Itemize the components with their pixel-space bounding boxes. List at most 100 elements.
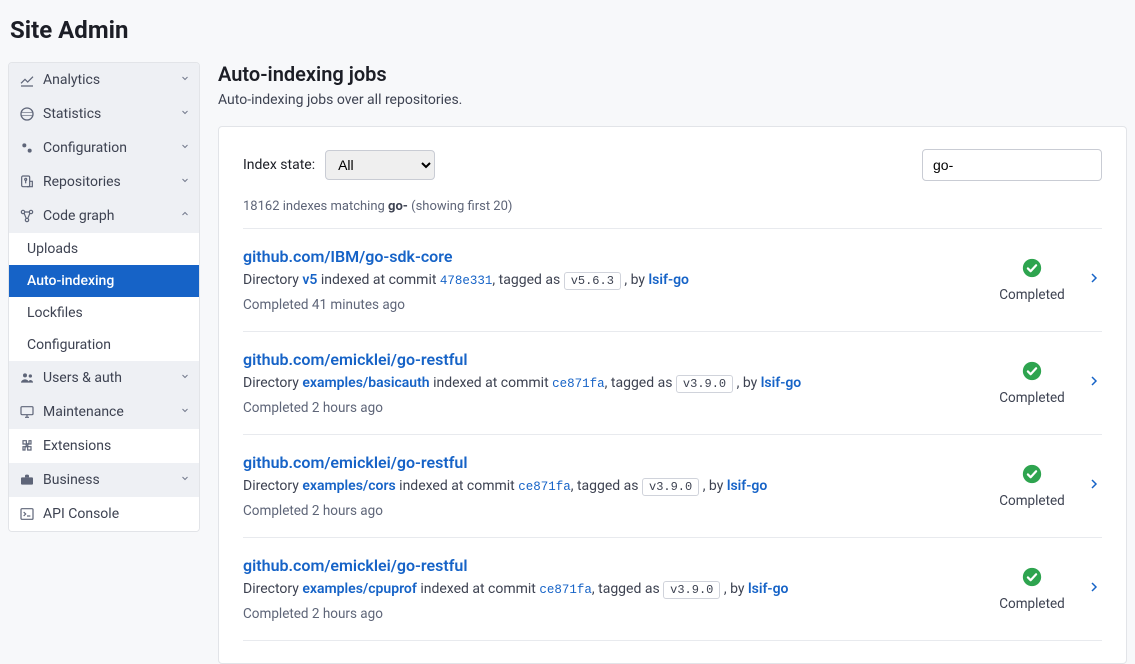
main-title: Auto-indexing jobs [218,62,1127,86]
job-directory-link[interactable]: examples/cpuprof [302,581,416,597]
job-tag: v3.9.0 [663,581,720,599]
sidebar-item-label: Business [43,472,100,488]
job-status-label: Completed [992,287,1072,303]
terminal-icon [19,506,35,522]
main-content: Auto-indexing jobs Auto-indexing jobs ov… [218,62,1127,664]
sidebar-item-api-console[interactable]: API Console [9,497,199,531]
sidebar-item-label: Maintenance [43,404,124,420]
filter-row: Index state: All [243,149,1102,181]
job-meta: Directory examples/basicauth indexed at … [243,373,978,394]
users-icon [19,370,35,386]
sidebar: Analytics Statistics Configuration Repos… [8,62,200,532]
job-directory-link[interactable]: examples/cors [302,478,395,494]
check-circle-icon [1021,576,1043,592]
sidebar-item-label: Code graph [43,208,114,224]
job-directory-link[interactable]: examples/basicauth [302,375,429,391]
chevron-right-icon[interactable] [1086,476,1102,496]
chevron-down-icon [179,72,191,88]
chevron-down-icon [179,404,191,420]
chevron-up-icon [179,208,191,224]
search-input[interactable] [922,149,1102,181]
briefcase-icon [19,472,35,488]
check-circle-icon [1021,473,1043,489]
chevron-down-icon [179,472,191,488]
sidebar-subitem-configuration[interactable]: Configuration [9,329,199,361]
sidebar-item-business[interactable]: Business [9,463,199,497]
job-time: Completed 41 minutes ago [243,297,978,313]
filter-label: Index state: [243,157,315,173]
graph-icon [19,208,35,224]
source-repository-icon [19,174,35,190]
job-directory-link[interactable]: v5 [302,272,317,288]
job-status-label: Completed [992,390,1072,406]
job-status: Completed [992,257,1072,303]
check-circle-icon [1021,370,1043,386]
job-status: Completed [992,360,1072,406]
sidebar-item-label: Extensions [43,438,111,454]
chevron-right-icon[interactable] [1086,579,1102,599]
job-time: Completed 2 hours ago [243,400,978,416]
globe-icon [19,106,35,122]
job-tag: v3.9.0 [642,478,699,496]
index-state-select[interactable]: All [325,150,435,180]
job-indexer-link[interactable]: lsif-go [649,272,689,288]
sidebar-item-code-graph[interactable]: Code graph [9,199,199,233]
job-status-label: Completed [992,493,1072,509]
sidebar-item-users-auth[interactable]: Users & auth [9,361,199,395]
check-circle-icon [1021,267,1043,283]
sidebar-item-repositories[interactable]: Repositories [9,165,199,199]
sidebar-item-analytics[interactable]: Analytics [9,63,199,97]
sidebar-item-extensions[interactable]: Extensions [9,429,199,463]
sidebar-subitem-auto-indexing[interactable]: Auto-indexing [9,265,199,297]
chevron-down-icon [179,370,191,386]
job-status: Completed [992,463,1072,509]
job-info: github.com/emicklei/go-restful Directory… [243,453,978,519]
results-count: 18162 indexes matching go- (showing firs… [243,199,1102,214]
chevron-down-icon [179,140,191,156]
job-commit-link[interactable]: ce871fa [539,583,592,597]
sidebar-item-label: Repositories [43,174,121,190]
job-commit-link[interactable]: 478e331 [440,274,493,288]
job-tag: v3.9.0 [676,375,733,393]
job-indexer-link[interactable]: lsif-go [761,375,801,391]
chevron-right-icon[interactable] [1086,373,1102,393]
job-status: Completed [992,566,1072,612]
sidebar-subitem-lockfiles[interactable]: Lockfiles [9,297,199,329]
job-repo-link[interactable]: github.com/IBM/go-sdk-core [243,247,978,266]
sidebar-item-label: Users & auth [43,370,122,386]
chevron-right-icon[interactable] [1086,270,1102,290]
job-commit-link[interactable]: ce871fa [552,377,605,391]
job-row[interactable]: github.com/emicklei/go-restful Directory… [243,537,1102,640]
sidebar-item-label: Analytics [43,72,100,88]
job-row[interactable]: github.com/IBM/go-sdk-core Directory v5 … [243,228,1102,331]
job-time: Completed 2 hours ago [243,606,978,622]
monitor-icon [19,404,35,420]
job-time: Completed 2 hours ago [243,503,978,519]
job-commit-link[interactable]: ce871fa [518,480,571,494]
sidebar-item-maintenance[interactable]: Maintenance [9,395,199,429]
sidebar-item-label: API Console [43,506,119,522]
sidebar-subitem-uploads[interactable]: Uploads [9,233,199,265]
job-row[interactable]: github.com/emicklei/go-restful Directory… [243,331,1102,434]
job-meta: Directory examples/cpuprof indexed at co… [243,579,978,600]
job-indexer-link[interactable]: lsif-go [748,581,788,597]
job-meta: Directory v5 indexed at commit 478e331, … [243,270,978,291]
job-status-label: Completed [992,596,1072,612]
job-meta: Directory examples/cors indexed at commi… [243,476,978,497]
chart-line-icon [19,72,35,88]
sidebar-item-statistics[interactable]: Statistics [9,97,199,131]
sidebar-item-configuration[interactable]: Configuration [9,131,199,165]
job-repo-link[interactable]: github.com/emicklei/go-restful [243,453,978,472]
job-indexer-link[interactable]: lsif-go [727,478,767,494]
job-repo-link[interactable]: github.com/emicklei/go-restful [243,350,978,369]
job-info: github.com/IBM/go-sdk-core Directory v5 … [243,247,978,313]
page-title: Site Admin [0,0,1135,62]
chevron-down-icon [179,174,191,190]
job-row[interactable]: github.com/emicklei/go-restful Directory… [243,434,1102,537]
sidebar-item-label: Configuration [43,140,127,156]
job-info: github.com/emicklei/go-restful Directory… [243,556,978,622]
job-repo-link[interactable]: github.com/emicklei/go-restful [243,556,978,575]
puzzle-icon [19,438,35,454]
sidebar-item-label: Statistics [43,106,101,122]
gears-icon [19,140,35,156]
